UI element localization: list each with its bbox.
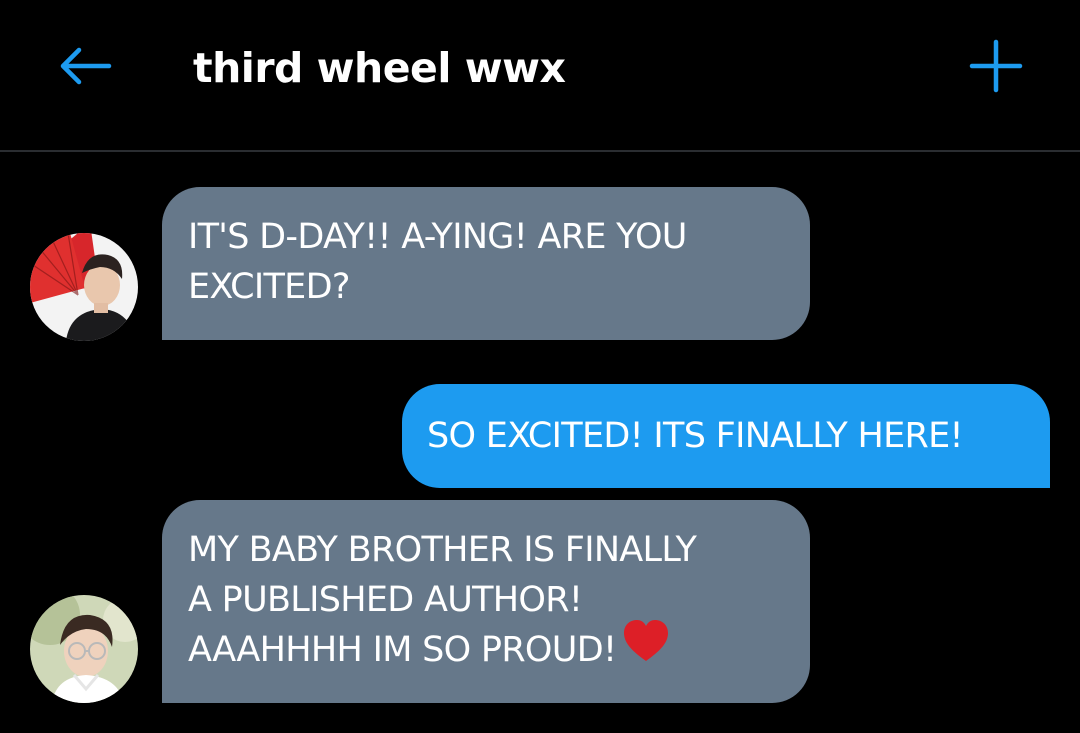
red-heart-icon bbox=[622, 619, 670, 677]
message-bubble-received[interactable]: MY BABY BROTHER IS FINALLY A PUBLISHED A… bbox=[162, 500, 810, 703]
message-bubble-sent[interactable]: SO EXCITED! ITS FINALLY HERE! bbox=[402, 384, 1050, 488]
message-text-line-with-emoji: AAAHHHH IM SO PROUD! bbox=[188, 620, 780, 677]
contact-avatar-white-shirt-image bbox=[30, 595, 138, 703]
back-button[interactable] bbox=[50, 38, 120, 98]
contact-avatar-red-fan-image bbox=[30, 233, 138, 341]
message-bubble-received[interactable]: IT'S D-DAY!! A-YING! ARE YOU EXCITED? bbox=[162, 187, 810, 340]
message-text-line: SO EXCITED! ITS FINALLY HERE! bbox=[427, 416, 964, 456]
message-text-line: MY BABY BROTHER IS FINALLY bbox=[188, 530, 697, 570]
contact-avatar[interactable] bbox=[30, 595, 138, 703]
message-text-line: IT'S D-DAY!! A-YING! ARE YOU bbox=[188, 217, 687, 257]
contact-avatar[interactable] bbox=[30, 233, 138, 341]
message-text-line: EXCITED? bbox=[188, 267, 350, 307]
message-text-line: A PUBLISHED AUTHOR! bbox=[188, 580, 583, 620]
message-text-line: AAAHHHH IM SO PROUD! bbox=[188, 630, 617, 670]
add-button[interactable] bbox=[962, 34, 1030, 102]
chat-title: third wheel wwx bbox=[193, 44, 566, 92]
arrow-left-icon bbox=[57, 46, 113, 91]
plus-icon bbox=[968, 38, 1024, 99]
chat-header: third wheel wwx bbox=[0, 0, 1080, 152]
